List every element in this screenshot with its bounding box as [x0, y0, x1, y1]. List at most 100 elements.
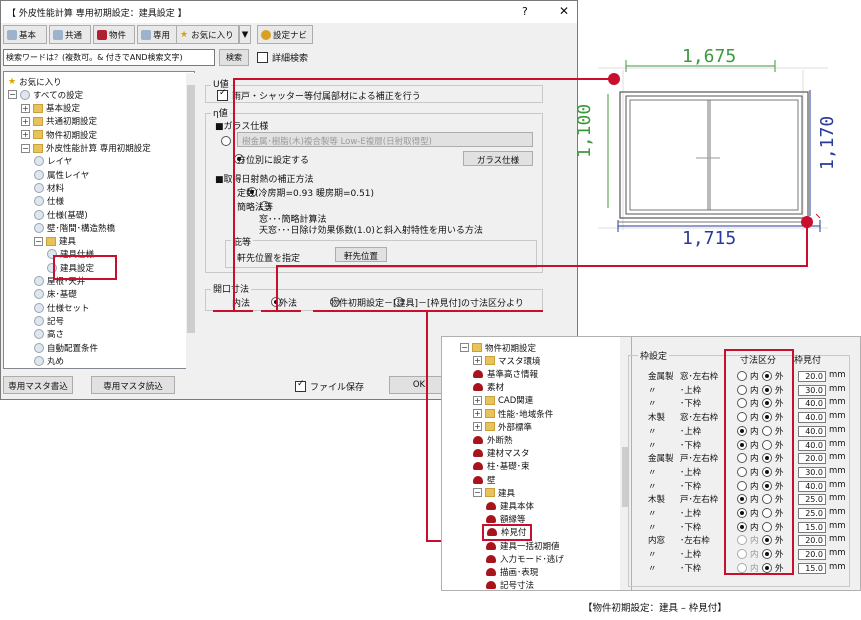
folder-icon [33, 116, 43, 126]
tab-dedicated[interactable]: 専用 [137, 25, 179, 44]
glass-type-combo[interactable]: 樹金属･樹脂(木)複合製等 Low-E複層(日射取得型) [237, 132, 533, 147]
detail-search[interactable]: 詳細検索 [257, 51, 308, 64]
frame-width-input[interactable]: 20.0 [798, 453, 826, 465]
frame-material: 〃 [648, 481, 657, 492]
frame-width-input[interactable]: 20.0 [798, 371, 826, 382]
glass-spec-button[interactable]: ガラス仕様 [463, 151, 533, 166]
star-icon: ★ [180, 29, 189, 40]
file-save[interactable]: ファイル保存 [295, 379, 364, 393]
frame-width-input[interactable]: 30.0 [798, 384, 826, 396]
tab-common[interactable]: 共通 [49, 25, 91, 44]
tree-item[interactable]: 仕様セット [34, 301, 90, 314]
search-button[interactable]: 検索 [219, 49, 249, 66]
settings-tree[interactable]: ★ お気に入り − すべての設定 + 基本設定 + 共通初期設定 + 物件初期設定 − 外皮性能計算 … [3, 71, 196, 369]
tree-item[interactable]: − 外皮性能計算 専用初期設定 [21, 142, 151, 155]
expand-icon[interactable]: + [21, 116, 30, 126]
tree-item-label: すべての設定 [33, 90, 84, 101]
frame-width-input[interactable]: 15.0 [798, 521, 826, 533]
frame-position: ･下枠 [680, 522, 702, 533]
outer-highlight [261, 310, 301, 312]
frame-width-input[interactable]: 15.0 [798, 562, 826, 574]
close-button[interactable]: ✕ [559, 4, 569, 18]
frame-material: 木製 [648, 495, 666, 506]
tree-item[interactable]: 仕様 [34, 195, 64, 208]
collapse-icon[interactable]: − [34, 236, 43, 246]
tree-item[interactable]: − 建具 [34, 235, 76, 248]
tree-item[interactable]: 高さ [34, 328, 64, 341]
frame-width-input[interactable]: 40.0 [798, 412, 826, 424]
frame-material: 〃 [648, 509, 657, 519]
collapse-icon[interactable]: − [8, 90, 17, 100]
unit-label: mm [829, 507, 846, 517]
tree-item-label: 材料 [47, 183, 65, 194]
setting-icon [34, 355, 44, 366]
star-icon: ★ [8, 76, 17, 87]
glass-by-direction-label: 方位別に設定する [237, 156, 310, 166]
setting-icon [34, 222, 44, 233]
settings-panel: U値 雨戸・シャッター等付属部材による補正を行う η値 ■ガラス仕様 樹金属･樹… [201, 71, 573, 369]
unit-label: mm [829, 383, 846, 394]
frame-position: ･上枠 [680, 467, 702, 478]
property-highlight [313, 310, 543, 312]
frame-position: ･上枠 [680, 385, 702, 396]
tree-item[interactable]: 丸め [34, 354, 64, 367]
frame-material: 〃 [648, 550, 657, 561]
expand-icon[interactable]: + [21, 103, 30, 113]
shutter-correction-checkbox[interactable] [217, 88, 228, 101]
frame-width-input[interactable]: 20.0 [798, 549, 826, 561]
ok-button[interactable]: OK [389, 376, 449, 394]
file-save-checkbox[interactable] [295, 379, 306, 392]
search-input[interactable]: 検索ワードは？(複数可。& 付きでAND検索文字) [3, 49, 215, 66]
tree-item[interactable]: + 共通初期設定 [21, 115, 97, 128]
scroll-thumb[interactable] [187, 85, 195, 333]
tree-item[interactable]: 記号 [34, 314, 64, 327]
read-master-button[interactable]: 専用マスタ読込 [91, 376, 175, 394]
collapse-icon[interactable]: − [21, 143, 30, 153]
frame-width-input[interactable]: 20.0 [798, 535, 826, 547]
frame-width-input[interactable]: 40.0 [798, 398, 826, 410]
property-setting-label: 物件初期設定－[建具]－[枠見付]の寸法区分より [330, 299, 524, 309]
unit-label: mm [829, 534, 846, 545]
favorites-button[interactable]: ★ お気に入り [176, 25, 239, 44]
shutter-correction[interactable]: 雨戸・シャッター等付属部材による補正を行う [217, 88, 421, 102]
eaves-position-button[interactable]: 軒先位置 [335, 247, 387, 262]
tab-property[interactable]: 物件 [93, 25, 135, 44]
unit-label: mm [829, 520, 846, 531]
tree-item[interactable]: − すべての設定 [8, 88, 83, 101]
help-button[interactable]: ? [522, 5, 528, 18]
tree-item[interactable]: 床･基礎 [34, 288, 77, 301]
tree-item[interactable]: 属性レイヤ [34, 168, 89, 181]
left-dimension: 1,100 [574, 103, 595, 158]
tree-item[interactable]: レイヤ [34, 155, 72, 168]
frame-width-input[interactable]: 40.0 [798, 425, 826, 437]
frame-width-input[interactable]: 40.0 [798, 480, 826, 492]
favorites-dropdown[interactable]: ▼ [239, 25, 251, 44]
tree-item[interactable]: 壁･階間･構造熱橋 [34, 221, 115, 234]
tree-item[interactable]: + 物件初期設定 [21, 128, 97, 141]
solar-correction-heading: ■取得日射熱の補正方法 [215, 175, 314, 185]
disc-icon [7, 29, 17, 40]
tab-basic[interactable]: 基本 [3, 25, 47, 44]
tree-item[interactable]: + 基本設定 [21, 102, 80, 115]
tree-item[interactable]: ★ お気に入り [8, 75, 62, 88]
settings-navi-button[interactable]: 設定ナビ [257, 25, 313, 44]
frame-width-input[interactable]: 40.0 [798, 439, 826, 451]
tree-item[interactable]: 材料 [34, 181, 64, 194]
tree-item[interactable]: 仕様(基礎) [34, 208, 88, 221]
detail-search-checkbox[interactable] [257, 52, 268, 63]
eaves-text: 軒先位置を指定 [237, 254, 301, 264]
frame-width-input[interactable]: 25.0 [798, 508, 826, 519]
frame-width-input[interactable]: 25.0 [798, 494, 826, 506]
tree-item[interactable]: 自動配置条件 [34, 341, 98, 354]
tree-item-label: 床･基礎 [47, 290, 77, 301]
frame-material: 木製 [648, 413, 666, 424]
tree-scrollbar[interactable] [186, 73, 196, 369]
constant-label: 定数(冷房期=0.93 暖房期=0.51) [237, 189, 375, 199]
connector-line [276, 265, 278, 310]
window-title: 【 外皮性能計算 専用初期設定：建具設定 】 [7, 9, 187, 19]
frame-width-input[interactable]: 30.0 [798, 466, 826, 478]
expand-icon[interactable]: + [21, 130, 30, 140]
tree-item-label: 仕様 [47, 197, 65, 208]
write-master-button[interactable]: 専用マスタ書込 [3, 376, 73, 394]
glass-combo-radio[interactable] [221, 136, 231, 146]
